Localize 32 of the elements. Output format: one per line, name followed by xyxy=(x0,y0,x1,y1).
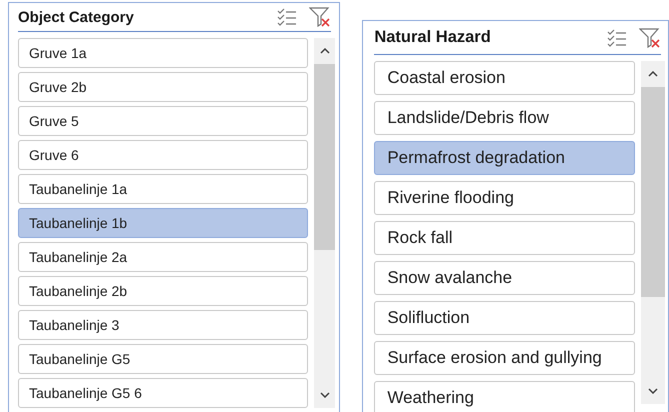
slicer-item[interactable]: Gruve 1a xyxy=(18,38,308,68)
slicer-title: Object Category xyxy=(18,8,135,26)
scroll-up-icon[interactable] xyxy=(320,48,330,54)
slicer-item[interactable]: Gruve 5 xyxy=(18,106,308,136)
slicer-item[interactable]: Taubanelinje 1b xyxy=(18,208,308,238)
scrollbar[interactable] xyxy=(641,61,665,404)
slicer-item[interactable]: Taubanelinje G5 xyxy=(18,344,308,374)
scroll-down-icon[interactable] xyxy=(648,388,658,394)
slicer-item[interactable]: Gruve 2b xyxy=(18,72,308,102)
scrollbar[interactable] xyxy=(314,38,336,408)
scroll-down-icon[interactable] xyxy=(320,392,330,398)
multi-select-icon[interactable] xyxy=(277,8,298,26)
slicer-title: Natural Hazard xyxy=(374,28,492,47)
clear-filter-icon[interactable] xyxy=(309,7,332,27)
slicer-item[interactable]: Landslide/Debris flow xyxy=(374,101,635,135)
slicer-item[interactable]: Surface erosion and gullying xyxy=(374,341,635,375)
slicer-item[interactable]: Taubanelinje 2b xyxy=(18,276,308,306)
slicer-item[interactable]: Coastal erosion xyxy=(374,61,635,95)
slicer-item[interactable]: Taubanelinje 1a xyxy=(18,174,308,204)
slicer-item[interactable]: Taubanelinje 3 xyxy=(18,310,308,340)
slicer-item[interactable]: Gruve 6 xyxy=(18,140,308,170)
slicer-item[interactable]: Weathering xyxy=(374,381,635,412)
slicer-item[interactable]: Rock fall xyxy=(374,221,635,255)
slicer-item[interactable]: Riverine flooding xyxy=(374,181,635,215)
slicer-item[interactable]: Permafrost degradation xyxy=(374,141,635,175)
scroll-up-icon[interactable] xyxy=(648,71,658,77)
clear-filter-icon[interactable] xyxy=(639,28,661,48)
slicer-item[interactable]: Taubanelinje G5 6 xyxy=(18,378,308,408)
slicer-item[interactable]: Taubanelinje 2a xyxy=(18,242,308,272)
slicer-item[interactable]: Solifluction xyxy=(374,301,635,335)
multi-select-icon[interactable] xyxy=(607,28,627,46)
slicer-item[interactable]: Snow avalanche xyxy=(374,261,635,295)
